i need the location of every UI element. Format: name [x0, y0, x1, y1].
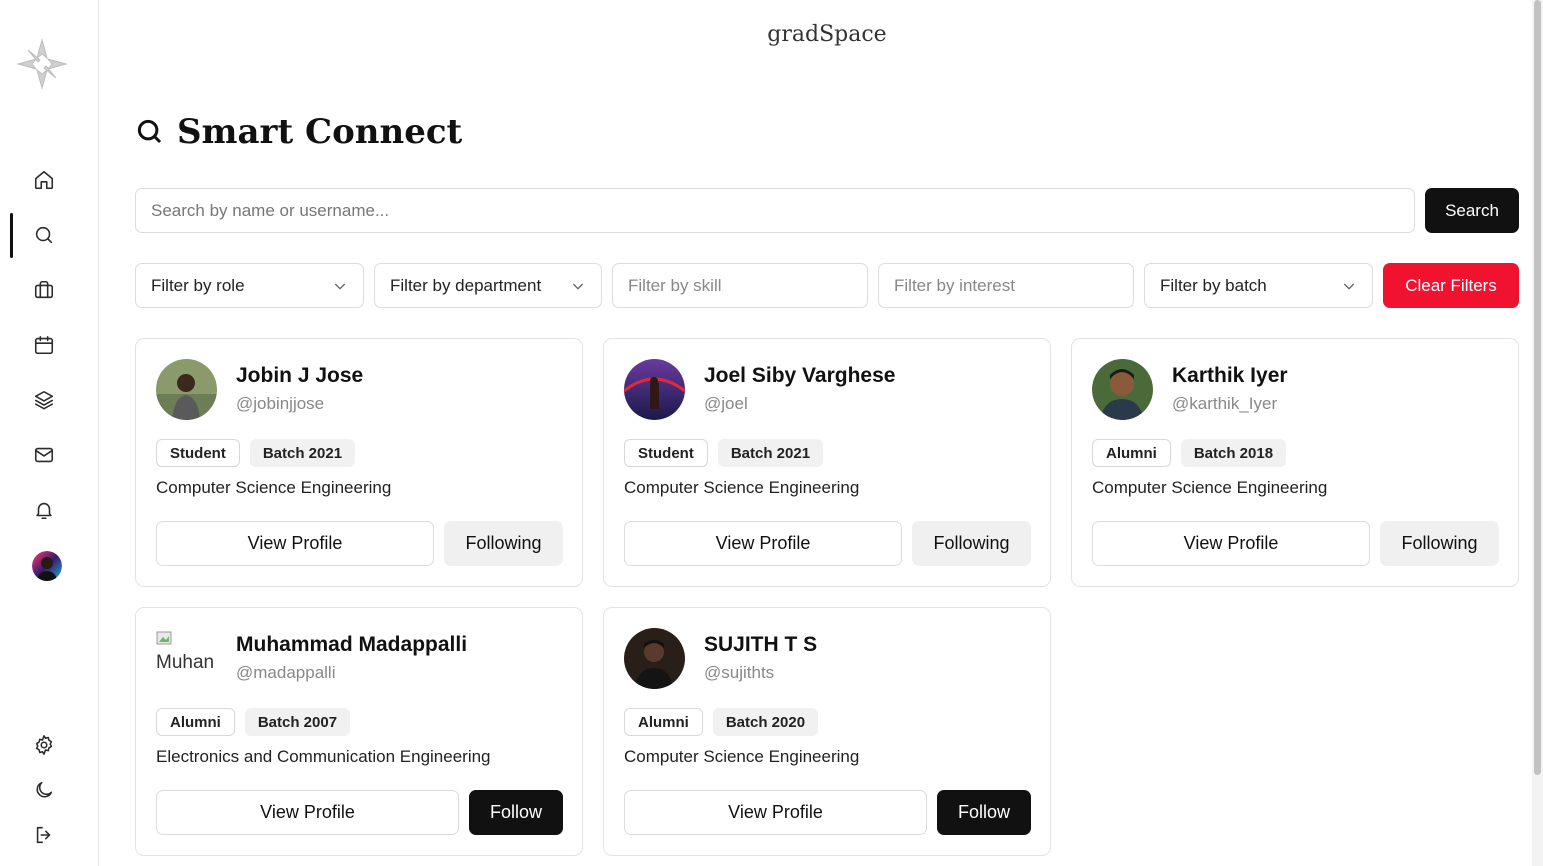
calendar-icon — [34, 335, 54, 355]
following-button[interactable]: Following — [444, 521, 563, 566]
user-name: SUJITH T S — [704, 633, 818, 656]
user-department: Computer Science Engineering — [624, 747, 860, 766]
user-card: Muhan Muhammad Madappalli @madappalli Al… — [135, 607, 583, 856]
search-input[interactable] — [135, 188, 1415, 233]
user-department: Electronics and Communication Engineerin… — [156, 747, 491, 766]
follow-button[interactable]: Follow — [469, 790, 563, 835]
logout-icon — [36, 826, 51, 844]
user-avatar[interactable] — [1092, 359, 1153, 420]
nav-settings[interactable] — [30, 731, 58, 759]
batch-badge: Batch 2021 — [249, 439, 356, 467]
broken-avatar-image[interactable]: Muhan — [156, 630, 220, 688]
user-name: Joel Siby Varghese — [704, 364, 896, 387]
user-department: Computer Science Engineering — [1092, 478, 1328, 497]
search-icon — [137, 119, 162, 144]
user-department: Computer Science Engineering — [624, 478, 860, 497]
user-handle: @joel — [704, 394, 748, 413]
nav-messages[interactable] — [30, 441, 58, 469]
user-handle: @madappalli — [236, 663, 336, 682]
user-handle: @jobinjjose — [236, 394, 325, 413]
role-filter-label: Filter by role — [151, 275, 245, 295]
following-button[interactable]: Following — [1380, 521, 1499, 566]
mail-icon — [34, 447, 54, 463]
layers-icon — [34, 390, 54, 410]
batch-badge: Batch 2018 — [1180, 439, 1287, 467]
tag-list: Student Batch 2021 — [156, 439, 356, 467]
batch-filter-label: Filter by batch — [1160, 275, 1267, 295]
user-handle: @karthik_Iyer — [1172, 394, 1278, 413]
chevron-down-icon — [334, 283, 346, 290]
user-card: Karthik Iyer @karthik_Iyer Alumni Batch … — [1071, 338, 1519, 587]
nav-theme[interactable] — [30, 776, 58, 804]
nav-events[interactable] — [30, 331, 58, 359]
interest-filter-input[interactable] — [878, 263, 1134, 308]
nav-jobs[interactable] — [30, 276, 58, 304]
logo-icon[interactable] — [14, 36, 70, 92]
department-filter-label: Filter by department — [390, 275, 542, 295]
role-filter[interactable]: Filter by role — [135, 263, 364, 308]
skill-filter-input[interactable] — [612, 263, 868, 308]
broken-image-icon — [156, 631, 172, 645]
department-filter[interactable]: Filter by department — [374, 263, 602, 308]
role-badge: Student — [624, 439, 708, 467]
view-profile-button[interactable]: View Profile — [624, 521, 902, 566]
user-department: Computer Science Engineering — [156, 478, 392, 497]
tag-list: Student Batch 2021 — [624, 439, 824, 467]
moon-icon — [36, 781, 53, 798]
nav-notifications[interactable] — [30, 496, 58, 524]
follow-button[interactable]: Follow — [937, 790, 1031, 835]
avatar-alt-text: Muhan — [156, 652, 215, 673]
avatar[interactable] — [32, 551, 62, 581]
batch-filter[interactable]: Filter by batch — [1144, 263, 1373, 308]
batch-badge: Batch 2020 — [712, 708, 819, 736]
view-profile-button[interactable]: View Profile — [624, 790, 927, 835]
nav-resources[interactable] — [30, 386, 58, 414]
settings-icon — [35, 735, 53, 755]
chevron-down-icon — [572, 283, 584, 290]
search-button[interactable]: Search — [1425, 188, 1519, 233]
following-button[interactable]: Following — [912, 521, 1031, 566]
tag-list: Alumni Batch 2018 — [1092, 439, 1287, 467]
user-name: Muhammad Madappalli — [236, 633, 468, 656]
view-profile-button[interactable]: View Profile — [1092, 521, 1370, 566]
batch-badge: Batch 2021 — [717, 439, 824, 467]
nav-search[interactable] — [30, 221, 58, 249]
scrollbar[interactable] — [1532, 0, 1543, 866]
nav-logout[interactable] — [30, 821, 58, 849]
home-icon — [34, 170, 54, 190]
bell-icon — [36, 502, 52, 520]
tag-list: Alumni Batch 2007 — [156, 708, 351, 736]
briefcase-icon — [34, 280, 54, 299]
user-avatar[interactable] — [624, 628, 685, 689]
nav-home[interactable] — [30, 166, 58, 194]
role-badge: Alumni — [156, 708, 235, 736]
clear-filters-button[interactable]: Clear Filters — [1383, 263, 1519, 308]
batch-badge: Batch 2007 — [244, 708, 351, 736]
user-card: Joel Siby Varghese @joel Student Batch 2… — [603, 338, 1051, 587]
user-card: SUJITH T S @sujithts Alumni Batch 2020 C… — [603, 607, 1051, 856]
page-title: Smart Connect — [177, 112, 463, 152]
user-handle: @sujithts — [704, 663, 775, 682]
tag-list: Alumni Batch 2020 — [624, 708, 819, 736]
search-icon — [35, 226, 53, 244]
page-heading: Smart Connect — [135, 112, 462, 152]
user-card: Jobin J Jose @jobinjjose Student Batch 2… — [135, 338, 583, 587]
role-badge: Alumni — [624, 708, 703, 736]
role-badge: Student — [156, 439, 240, 467]
user-avatar[interactable] — [156, 359, 217, 420]
user-name: Jobin J Jose — [236, 364, 364, 387]
view-profile-button[interactable]: View Profile — [156, 790, 459, 835]
brand-title: gradSpace — [767, 22, 887, 47]
active-indicator — [10, 213, 13, 258]
view-profile-button[interactable]: View Profile — [156, 521, 434, 566]
scrollbar-thumb[interactable] — [1534, 0, 1541, 775]
role-badge: Alumni — [1092, 439, 1171, 467]
chevron-down-icon — [1343, 283, 1355, 290]
sidebar — [0, 0, 99, 866]
user-name: Karthik Iyer — [1172, 364, 1288, 387]
user-avatar[interactable] — [624, 359, 685, 420]
